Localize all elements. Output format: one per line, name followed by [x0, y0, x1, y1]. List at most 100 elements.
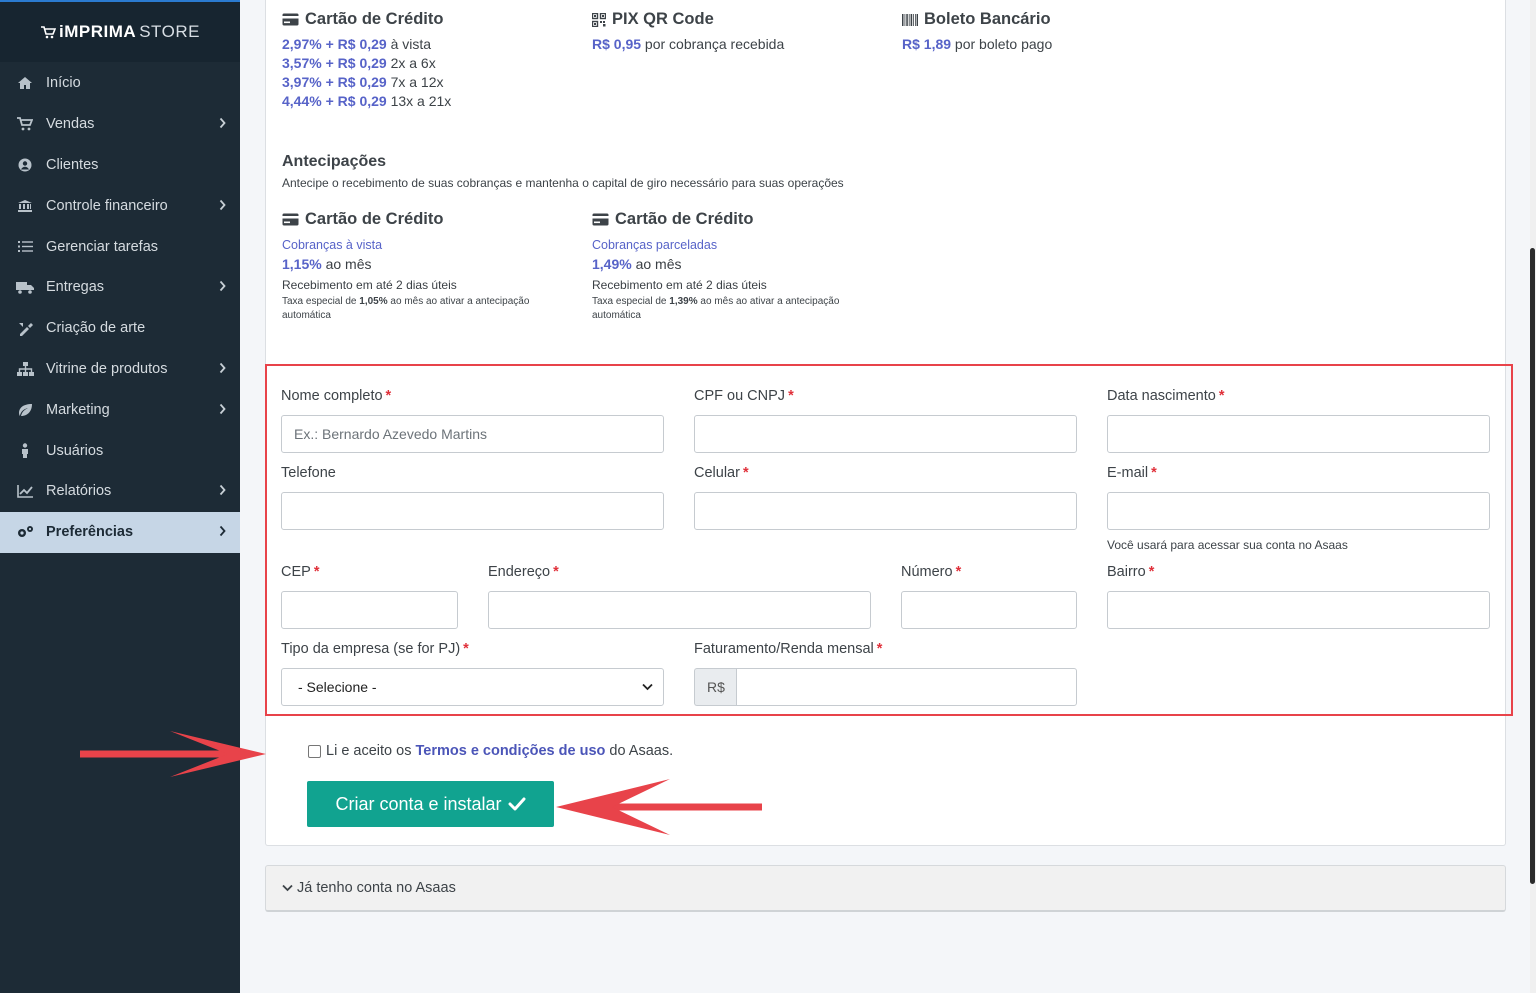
bairro-group: Bairro * [1107, 563, 1154, 581]
antecipacao-rate-suffix: ao mês [631, 256, 682, 272]
annotation-arrow-right-icon [80, 731, 266, 777]
terms-text: Li e aceito os Termos e condições de uso… [326, 743, 673, 759]
antecipacao-rate-suffix: ao mês [321, 256, 372, 272]
fee-rate: R$ 0,95 [592, 36, 642, 52]
faturamento-group: Faturamento/Renda mensal * [694, 640, 882, 658]
required-mark: * [876, 641, 883, 657]
fee-pix-title-text: PIX QR Code [612, 10, 714, 28]
required-mark: * [742, 465, 749, 481]
numero-input[interactable] [901, 591, 1077, 629]
required-mark: * [313, 564, 320, 580]
nascimento-input[interactable] [1107, 415, 1490, 453]
fee-credit-lines: 2,97% + R$ 0,29 à vista 3,57% + R$ 0,29 … [282, 36, 451, 109]
cpf-label: CPF ou CNPJ * [694, 388, 794, 404]
fee-desc: à vista [386, 36, 432, 52]
sidebar-item-gerenciar-tarefas[interactable]: Gerenciar tarefas [0, 226, 240, 267]
required-mark: * [1148, 564, 1155, 580]
sidebar-item-usuarios[interactable]: Usuários [0, 430, 240, 471]
sidebar-item-controle-financeiro[interactable]: Controle financeiro [0, 185, 240, 226]
fee-rate: R$ 1,89 [902, 36, 952, 52]
telefone-label: Telefone [281, 465, 336, 481]
celular-input[interactable] [694, 492, 1077, 530]
faturamento-input[interactable] [736, 668, 1077, 706]
numero-label: Número * [901, 564, 961, 580]
cep-label: CEP * [281, 564, 319, 580]
terms-link[interactable]: Termos e condições de uso [415, 743, 605, 759]
required-mark: * [955, 564, 962, 580]
antecipacao-card: Cartão de Crédito Cobranças à vista 1,15… [282, 210, 562, 323]
nascimento-label: Data nascimento * [1107, 388, 1224, 404]
fee-rate: 4,44% + R$ 0,29 [282, 93, 387, 109]
sidebar-item-inicio[interactable]: Início [0, 63, 240, 104]
fee-credit-line: 4,44% + R$ 0,29 13x a 21x [282, 93, 451, 109]
numero-label-text: Número [901, 564, 953, 580]
existing-account-accordion[interactable]: Já tenho conta no Asaas [265, 865, 1506, 912]
endereco-group: Endereço * [488, 563, 559, 581]
cpf-input[interactable] [694, 415, 1077, 453]
endereco-input[interactable] [488, 591, 871, 629]
antecipacao-type: Cobranças à vista [282, 238, 383, 252]
sidebar-item-criacao-de-arte[interactable]: Criação de arte [0, 308, 240, 349]
cep-input[interactable] [281, 591, 458, 629]
antecipacao-rate-value: 1,49% [592, 256, 632, 272]
annotation-arrow-left-icon [556, 779, 762, 835]
sidebar-item-entregas[interactable]: Entregas [0, 267, 240, 308]
scrollbar[interactable] [1530, 0, 1536, 993]
cep-label-text: CEP [281, 564, 311, 580]
nascimento-label-text: Data nascimento [1107, 388, 1216, 404]
sitemap-icon [15, 361, 35, 377]
required-mark: * [385, 388, 392, 404]
fee-pix: PIX QR Code R$ 0,95 por cobrança recebid… [592, 10, 784, 52]
antecipacoes-title: Antecipações [282, 153, 387, 170]
fee-credit: Cartão de Crédito 2,97% + R$ 0,29 à vist… [282, 10, 451, 109]
antecipacao-type: Cobranças parceladas [592, 238, 718, 252]
tasks-icon [15, 239, 35, 255]
truck-icon [15, 279, 35, 295]
scrollbar-thumb[interactable] [1530, 248, 1535, 884]
bairro-label-text: Bairro [1107, 564, 1146, 580]
sidebar-item-label: Vendas [46, 116, 95, 133]
email-input[interactable] [1107, 492, 1490, 530]
tipo-group: Tipo da empresa (se for PJ) * [281, 640, 469, 658]
sidebar-item-preferencias[interactable]: Preferências [0, 511, 240, 553]
chevron-down-icon [642, 683, 653, 691]
antecipacao-info: Recebimento em até 2 dias úteis [592, 278, 767, 292]
brush-icon [15, 320, 35, 336]
fee-boleto-lines: R$ 1,89 por boleto pago [902, 36, 1052, 52]
terms-row: Li e aceito os Termos e condições de uso… [308, 743, 673, 759]
required-mark: * [1151, 465, 1157, 481]
sidebar-item-marketing[interactable]: Marketing [0, 389, 240, 430]
sidebar-item-vendas[interactable]: Vendas [0, 104, 240, 145]
nome-input[interactable]: Ex.: Bernardo Azevedo Martins [281, 415, 664, 453]
fee-boleto-title-text: Boleto Bancário [924, 10, 1051, 28]
bank-icon [15, 198, 35, 214]
telefone-group: Telefone [281, 464, 336, 482]
sidebar-item-label: Início [46, 75, 81, 92]
sidebar-item-relatorios[interactable]: Relatórios [0, 471, 240, 512]
antecipacao-card-title-text: Cartão de Crédito [615, 210, 754, 228]
sidebar-item-clientes[interactable]: Clientes [0, 145, 240, 186]
sidebar-item-vitrine-de-produtos[interactable]: Vitrine de produtos [0, 349, 240, 390]
bairro-input[interactable] [1107, 591, 1490, 629]
logo[interactable]: iMPRIMA STORE [40, 22, 200, 42]
note-prefix: Taxa especial de [592, 296, 670, 307]
fee-desc: 2x a 6x [386, 55, 436, 71]
fee-credit-line: 3,57% + R$ 0,29 2x a 6x [282, 55, 451, 71]
chevron-right-icon [219, 361, 226, 376]
required-mark: * [788, 388, 794, 404]
faturamento-label: Faturamento/Renda mensal * [694, 641, 882, 657]
tipo-empresa-select[interactable]: - Selecione - [281, 668, 664, 706]
antecipacao-card: Cartão de Crédito Cobranças parceladas 1… [592, 210, 872, 323]
terms-checkbox[interactable] [308, 744, 321, 758]
sidebar-nav: Início Vendas Clientes Controle financeiro G… [0, 63, 240, 553]
nome-label-text: Nome completo [281, 388, 383, 404]
logo-light-text: STORE [139, 22, 200, 41]
create-account-button[interactable]: Criar conta e instalar [307, 781, 554, 827]
terms-text-after: do Asaas. [605, 743, 674, 759]
credit-card-icon [282, 213, 299, 226]
email-label-text: E-mail [1107, 465, 1149, 481]
fee-rate: 3,97% + R$ 0,29 [282, 74, 387, 90]
telefone-input[interactable] [281, 492, 664, 530]
antecipacao-note: Taxa especial de 1,05% ao mês ao ativar … [282, 295, 562, 323]
cart-icon [15, 116, 35, 132]
